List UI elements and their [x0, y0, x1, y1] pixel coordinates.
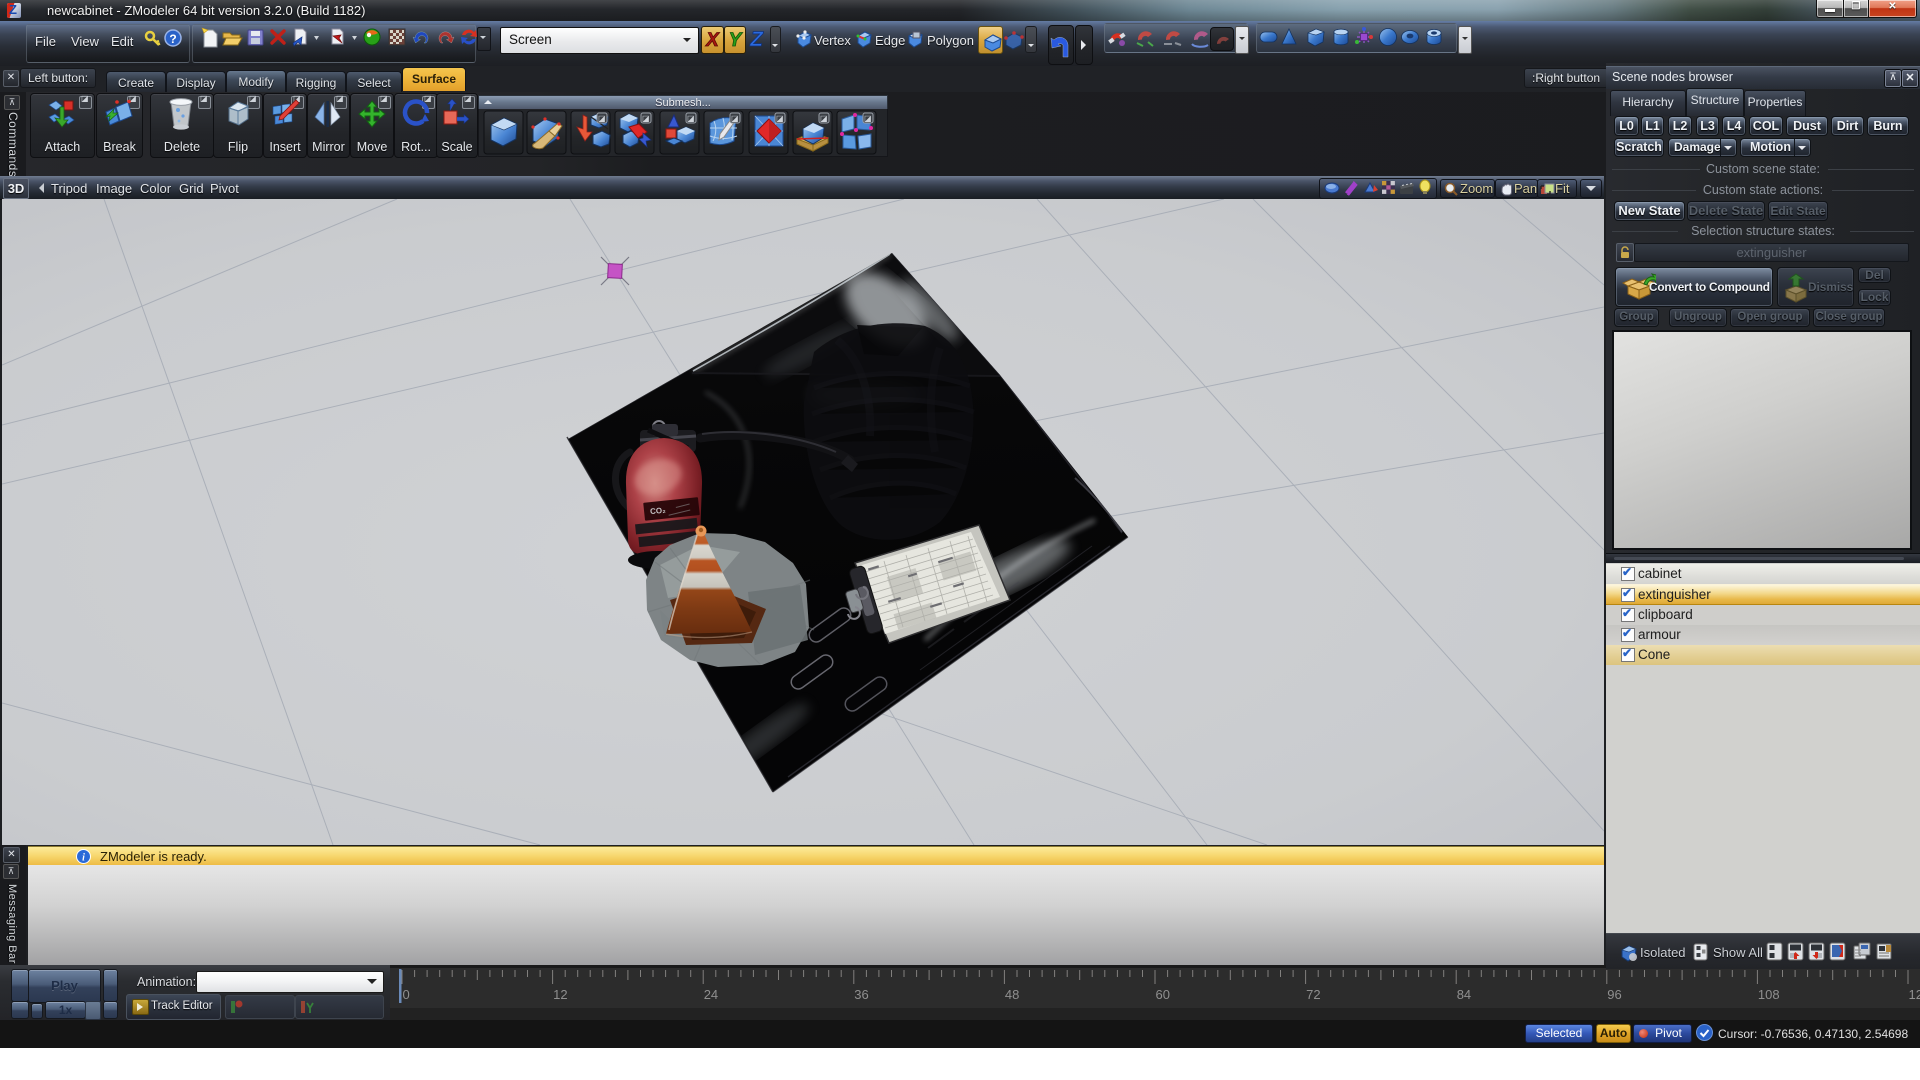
svg-text:i: i — [82, 853, 85, 864]
svg-text:◪: ◪ — [687, 114, 695, 123]
svg-text:84: 84 — [1457, 987, 1471, 1002]
svg-text:24: 24 — [704, 987, 718, 1002]
svg-text:◪: ◪ — [864, 114, 872, 123]
svg-text:Z: Z — [749, 28, 764, 51]
svg-text:◪: ◪ — [820, 114, 828, 123]
svg-text:?: ? — [169, 32, 176, 46]
svg-text:0: 0 — [403, 987, 410, 1002]
svg-text:120: 120 — [1909, 987, 1920, 1002]
svg-text:60: 60 — [1156, 987, 1170, 1002]
svg-text:CO₂: CO₂ — [650, 506, 667, 517]
svg-text:72: 72 — [1306, 987, 1320, 1002]
svg-text:12: 12 — [553, 987, 567, 1002]
svg-text:Y: Y — [729, 30, 744, 51]
svg-text:◪: ◪ — [598, 114, 606, 123]
svg-text:96: 96 — [1607, 987, 1621, 1002]
svg-text:X: X — [705, 30, 720, 51]
svg-text:◪: ◪ — [776, 114, 784, 123]
svg-text:48: 48 — [1005, 987, 1019, 1002]
svg-text:◪: ◪ — [731, 114, 739, 123]
svg-text:108: 108 — [1758, 987, 1780, 1002]
svg-text:◪: ◪ — [642, 114, 650, 123]
svg-text:36: 36 — [854, 987, 868, 1002]
